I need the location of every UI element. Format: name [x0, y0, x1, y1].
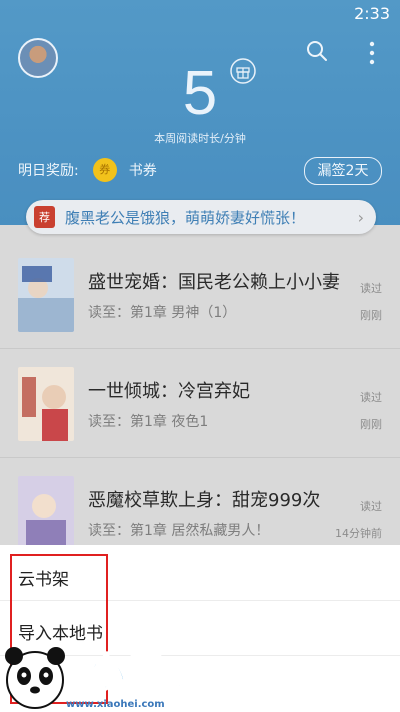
book-cover	[18, 476, 74, 550]
watermark-sub: 游戏	[144, 678, 181, 700]
read-time: 刚刚	[360, 309, 382, 322]
read-status: 读过	[360, 391, 382, 404]
chevron-right-icon: ›	[357, 207, 364, 227]
banner-text: 腹黑老公是饿狼，萌萌娇妻好慌张！	[65, 208, 306, 227]
coupon-coin-icon: 券	[92, 158, 117, 182]
book-cover	[18, 367, 74, 441]
recommend-badge: 荐	[34, 206, 55, 228]
book-title: 盛世宠婚：国民老公赖上小小妻	[88, 272, 340, 293]
reward-label: 明日奖励:	[18, 163, 79, 179]
book-title: 恶魔校草欺上身：甜宠999次	[88, 490, 321, 511]
read-status: 读过	[360, 282, 382, 295]
book-progress: 读至：第1章 夜色1	[88, 414, 209, 430]
read-time: 刚刚	[360, 418, 382, 431]
weekly-minutes-value: 5	[182, 59, 218, 128]
sign-in-button[interactable]: 漏签2天	[304, 157, 382, 185]
read-status: 读过	[360, 500, 382, 513]
book-title: 一世倾城：冷宫弃妃	[88, 381, 250, 402]
list-item[interactable]: 盛世宠婚：国民老公赖上小小妻 读至：第1章 男神（1） 读过 刚刚	[0, 240, 400, 349]
weekly-minutes-label: 本周阅读时长/分钟	[154, 132, 246, 145]
book-progress: 读至：第1章 居然私藏男人！	[88, 523, 270, 539]
watermark-url: www.xiaohei.com	[66, 699, 165, 710]
book-cover	[18, 258, 74, 332]
recommend-banner[interactable]: 荐 腹黑老公是饿狼，萌萌娇妻好慌张！ ›	[26, 200, 376, 234]
book-progress: 读至：第1章 男神（1）	[88, 305, 237, 321]
reward-item: 书券	[128, 163, 157, 179]
status-time: 2:33	[354, 4, 390, 23]
panda-logo-icon	[5, 647, 65, 709]
read-time: 14分钟前	[335, 527, 382, 540]
bookshelf-list: 盛世宠婚：国民老公赖上小小妻 读至：第1章 男神（1） 读过 刚刚 一世倾城：冷…	[0, 240, 400, 567]
reward-row: 明日奖励: 券 书券	[18, 158, 157, 182]
list-item[interactable]: 一世倾城：冷宫弃妃 读至：第1章 夜色1 读过 刚刚	[0, 349, 400, 458]
gift-icon[interactable]	[230, 58, 256, 84]
